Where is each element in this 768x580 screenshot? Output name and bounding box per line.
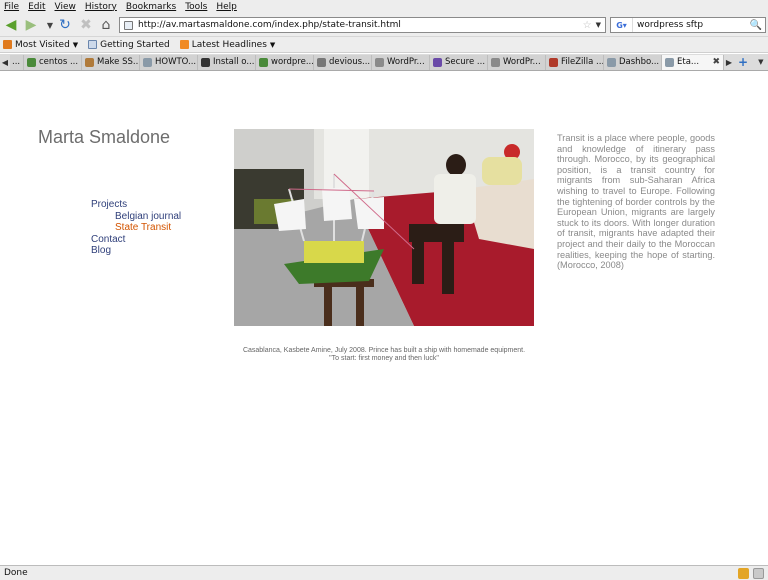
page-icon xyxy=(88,40,98,49)
tab-favicon-icon xyxy=(491,57,500,67)
tab-bar: ◀ ... centos ... Make SS... HOWTO... Ins… xyxy=(0,54,768,71)
close-icon[interactable]: ✖ xyxy=(712,57,720,67)
scroll-tabs-right-icon[interactable]: ▶ xyxy=(724,58,734,67)
caption-line-1: Casablanca, Kasbete Amine, July 2008. Pr… xyxy=(242,347,526,354)
status-text: Done xyxy=(4,568,28,578)
tab-overflow[interactable]: ... xyxy=(10,54,24,70)
tab-favicon-icon xyxy=(259,57,268,67)
bookmarks-toolbar: Most Visited ▼ Getting Started Latest He… xyxy=(0,37,768,53)
tab-favicon-icon xyxy=(201,57,210,67)
tab[interactable]: wordpre... xyxy=(256,54,314,70)
tab-favicon-icon xyxy=(27,57,36,67)
tab[interactable]: Secure ... xyxy=(430,54,488,70)
tab[interactable]: WordPr... xyxy=(372,54,430,70)
rss-icon xyxy=(179,40,189,49)
page-content: Marta Smaldone Projects Belgian journal … xyxy=(0,72,768,565)
tab-favicon-icon xyxy=(665,57,674,67)
nav-state-transit[interactable]: State Transit xyxy=(91,222,181,234)
back-arrow-icon[interactable]: ◀ xyxy=(2,16,20,34)
site-title[interactable]: Marta Smaldone xyxy=(38,127,170,148)
bookmark-most-visited[interactable]: Most Visited ▼ xyxy=(3,40,78,50)
home-icon[interactable]: ⌂ xyxy=(97,16,115,34)
bookmark-star-icon[interactable]: ☆ xyxy=(583,20,592,31)
chevron-down-icon: ▼ xyxy=(269,40,276,49)
tab-list-icon[interactable]: ▼ xyxy=(758,58,763,66)
tab[interactable]: devious... xyxy=(314,54,372,70)
reload-icon[interactable]: ↻ xyxy=(56,16,74,34)
tab-active[interactable]: Eta... ✖ xyxy=(662,54,724,70)
tab[interactable]: Dashbo... xyxy=(604,54,662,70)
status-bar: Done xyxy=(0,565,768,580)
tab-favicon-icon xyxy=(375,57,384,67)
photo-illustration xyxy=(234,129,534,326)
tab-favicon-icon xyxy=(549,57,558,67)
tab[interactable]: Make SS... xyxy=(82,54,140,70)
menu-view[interactable]: View xyxy=(55,2,76,12)
tab-favicon-icon xyxy=(143,57,152,67)
nav-contact[interactable]: Contact xyxy=(91,234,181,246)
search-bar[interactable]: G▾ wordpress sftp 🔍 xyxy=(610,17,766,33)
menu-file[interactable]: File xyxy=(4,2,19,12)
navigation-toolbar: ◀ ▶ ▼ ↻ ✖ ⌂ http://av.martasmaldone.com/… xyxy=(0,13,768,37)
tab-favicon-icon xyxy=(433,57,442,67)
edit-icon[interactable] xyxy=(738,567,749,579)
stop-icon[interactable]: ✖ xyxy=(77,16,95,34)
caption-line-2: "To start: first money and then luck" xyxy=(329,355,439,362)
bookmark-getting-started[interactable]: Getting Started xyxy=(88,40,170,50)
tab-favicon-icon xyxy=(85,57,94,67)
url-dropdown-icon[interactable]: ▼ xyxy=(596,21,601,29)
tab-favicon-icon xyxy=(607,57,616,67)
tab[interactable]: FileZilla ... xyxy=(546,54,604,70)
folder-icon xyxy=(3,40,12,49)
forward-arrow-icon[interactable]: ▶ xyxy=(22,16,40,34)
new-tab-icon[interactable]: + xyxy=(738,55,748,69)
tab-favicon-icon xyxy=(317,57,326,67)
bookmark-latest-headlines[interactable]: Latest Headlines ▼ xyxy=(179,40,276,50)
url-text: http://av.martasmaldone.com/index.php/st… xyxy=(138,20,401,30)
search-icon[interactable]: 🔍 xyxy=(750,20,762,31)
menu-help[interactable]: Help xyxy=(216,2,237,12)
menu-bar: File Edit View History Bookmarks Tools H… xyxy=(0,0,768,13)
tab[interactable]: WordPr... xyxy=(488,54,546,70)
tab[interactable]: Install o... xyxy=(198,54,256,70)
tab[interactable]: centos ... xyxy=(24,54,82,70)
menu-tools[interactable]: Tools xyxy=(185,2,207,12)
menu-bookmarks[interactable]: Bookmarks xyxy=(126,2,176,12)
project-photo[interactable] xyxy=(234,129,534,326)
addon-icon[interactable] xyxy=(753,567,764,579)
tab[interactable]: HOWTO... xyxy=(140,54,198,70)
search-input[interactable]: wordpress sftp xyxy=(633,20,750,30)
nav-projects[interactable]: Projects xyxy=(91,199,181,211)
chevron-down-icon: ▼ xyxy=(72,40,79,49)
scroll-tabs-left-icon[interactable]: ◀ xyxy=(0,58,10,67)
menu-edit[interactable]: Edit xyxy=(28,2,45,12)
search-engine-icon[interactable]: G▾ xyxy=(611,18,633,32)
photo-caption: Casablanca, Kasbete Amine, July 2008. Pr… xyxy=(234,347,534,363)
site-favicon-icon xyxy=(124,20,133,30)
menu-history[interactable]: History xyxy=(85,2,117,12)
site-navigation: Projects Belgian journal State Transit C… xyxy=(91,199,181,257)
address-bar[interactable]: http://av.martasmaldone.com/index.php/st… xyxy=(119,17,606,33)
project-description: Transit is a place where people, goods a… xyxy=(557,133,715,271)
nav-belgian-journal[interactable]: Belgian journal xyxy=(91,211,181,223)
nav-blog[interactable]: Blog xyxy=(91,245,181,257)
